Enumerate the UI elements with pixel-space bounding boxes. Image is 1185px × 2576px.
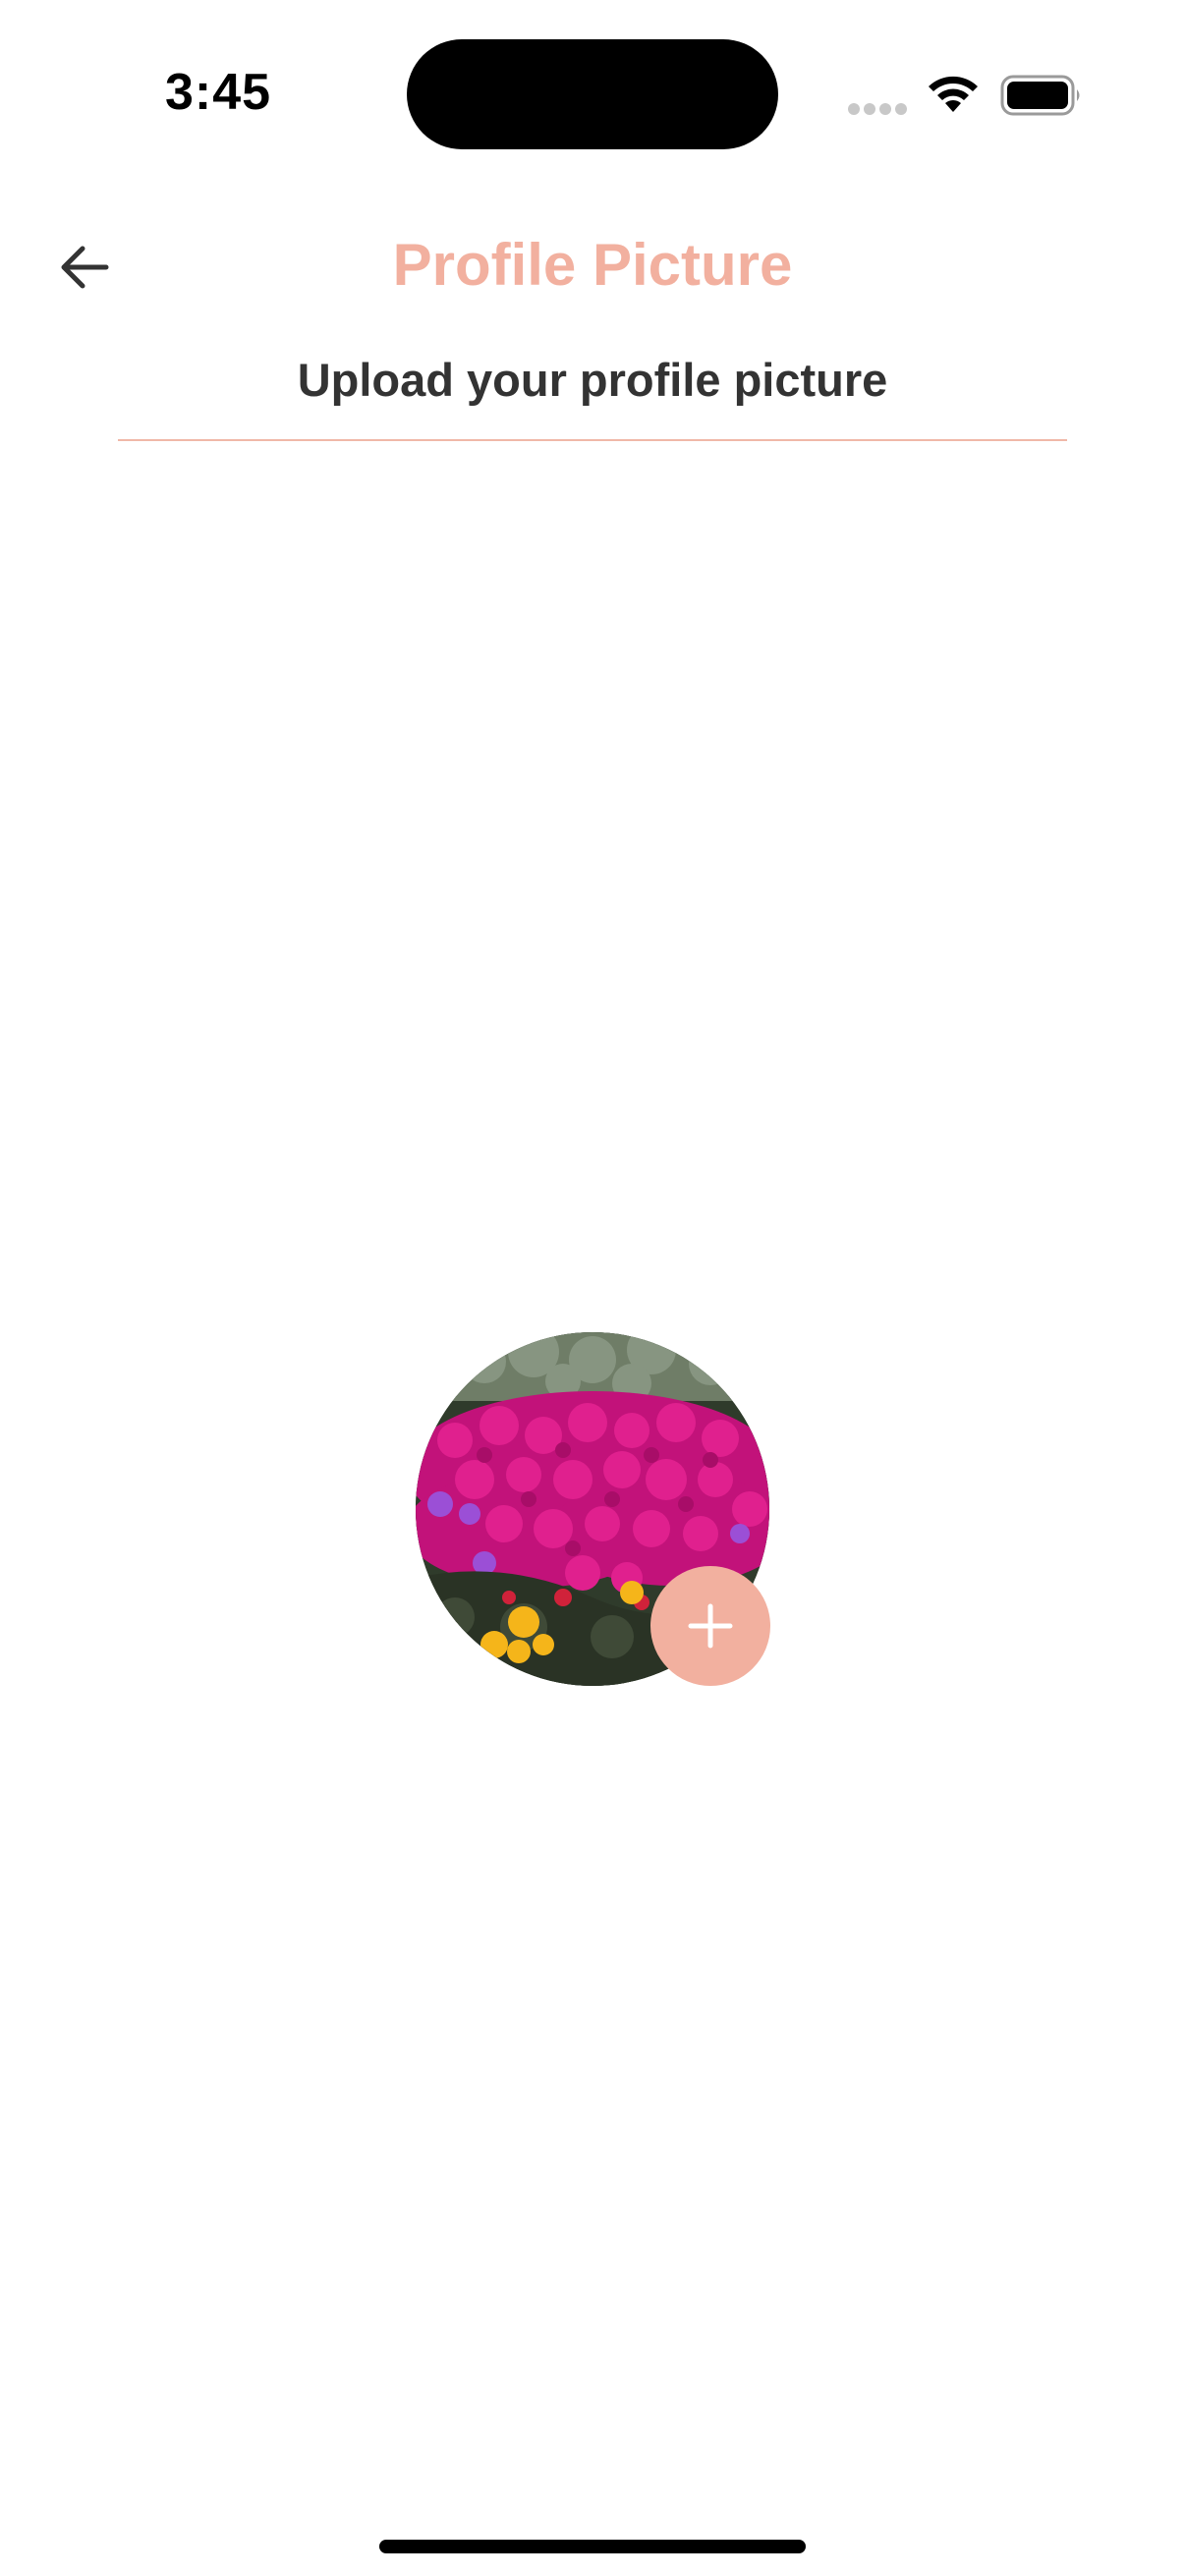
add-photo-button[interactable] <box>650 1566 770 1686</box>
upload-instructions: Upload your profile picture <box>297 354 888 406</box>
wifi-icon <box>929 76 978 112</box>
page-title: Profile Picture <box>392 232 793 298</box>
battery-icon <box>1000 75 1080 116</box>
status-time: 3:45 <box>165 64 272 121</box>
header-divider <box>118 439 1067 441</box>
plus-icon <box>688 1603 733 1649</box>
home-indicator <box>379 2540 806 2553</box>
dynamic-island <box>407 39 778 149</box>
cellular-signal-icon <box>848 103 907 115</box>
